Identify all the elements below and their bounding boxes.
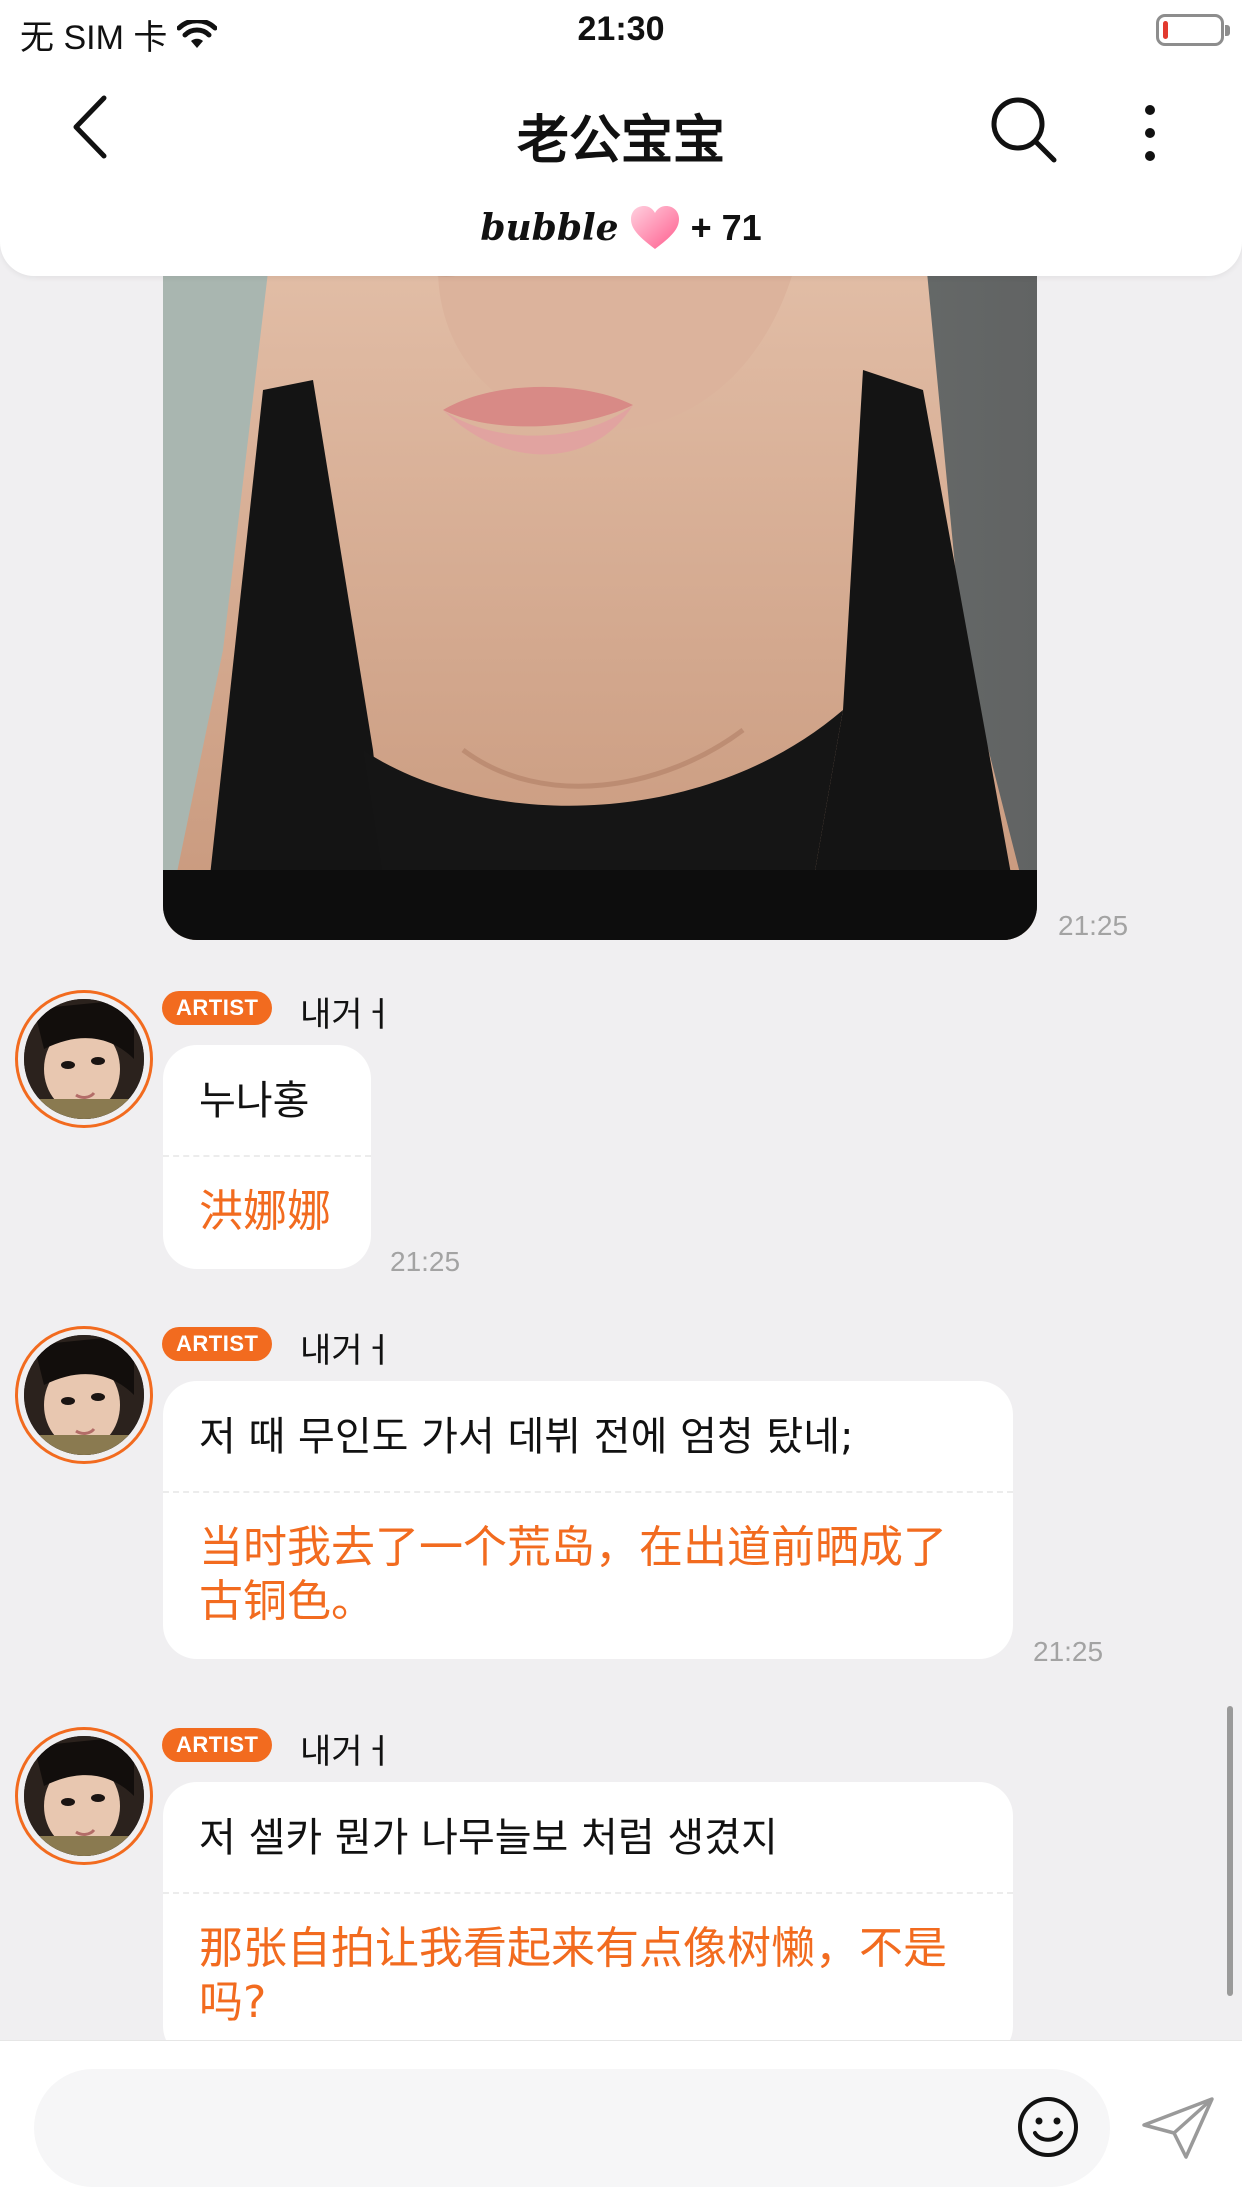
photo-timestamp: 21:25	[1058, 910, 1129, 941]
avatar-image	[24, 1335, 144, 1455]
search-button[interactable]	[988, 94, 1060, 166]
sender-name: 내거ㅓ	[300, 995, 394, 1035]
heart-icon	[630, 206, 679, 249]
artist-badge: ARTIST	[162, 991, 273, 1025]
artist-badge: ARTIST	[162, 1327, 273, 1361]
sender-name: 내거ㅓ	[300, 1732, 394, 1772]
message-translation: 洪娜娜	[199, 1186, 331, 1237]
bubble-logo: bubble	[480, 207, 619, 249]
bubble-count-row[interactable]: bubble + 71	[0, 205, 1242, 251]
search-icon	[991, 97, 1057, 163]
message-translation: 那张自拍让我看起来有点像树懒，不是吗?	[199, 1923, 947, 2028]
more-button[interactable]	[1130, 98, 1170, 168]
avatar-face	[24, 1736, 144, 1856]
message-bubble[interactable]: 저 때 무인도 가서 데뷔 전에 엄청 탔네; 当时我去了一个荒岛，在出道前晒成…	[163, 1381, 1013, 1659]
battery-level	[1163, 21, 1168, 39]
send-icon	[1142, 2097, 1214, 2159]
message-text-korean: 누나홍	[199, 1078, 310, 1124]
status-bar: 无 SIM 卡 21:30	[0, 0, 1242, 62]
artist-avatar[interactable]	[15, 990, 153, 1128]
message-bubble[interactable]: 저 셀카 뭔가 나무늘보 처럼 생겼지 那张自拍让我看起来有点像树懒，不是吗?	[163, 1782, 1013, 2060]
status-time: 21:30	[577, 10, 665, 48]
chat-header: 老公宝宝 bubble + 71	[0, 62, 1242, 276]
message-text-korean: 저 셀카 뭔가 나무늘보 처럼 생겼지	[199, 1815, 778, 1861]
emoji-icon	[1018, 2097, 1078, 2157]
avatar-face	[24, 999, 144, 1119]
emoji-button[interactable]	[1016, 2095, 1080, 2159]
message-timestamp: 21:25	[390, 1246, 461, 1277]
avatar-face	[24, 1335, 144, 1455]
message-timestamp: 21:25	[1033, 1636, 1104, 1667]
artist-avatar[interactable]	[15, 1326, 153, 1464]
scrollbar[interactable]	[1227, 1706, 1233, 1996]
more-vertical-icon	[1145, 105, 1155, 161]
sender-name: 내거ㅓ	[300, 1331, 394, 1371]
message-translation: 当时我去了一个荒岛，在出道前晒成了古铜色。	[199, 1522, 947, 1627]
battery-icon	[1156, 14, 1230, 46]
message-bubble[interactable]: 누나홍 洪娜娜	[163, 1045, 371, 1269]
selfie-photo	[163, 230, 1037, 940]
message-input-bar	[0, 2040, 1242, 2208]
artist-badge: ARTIST	[162, 1728, 273, 1762]
message-input[interactable]	[34, 2069, 1110, 2187]
avatar-image	[24, 1736, 144, 1856]
photo-message[interactable]	[163, 230, 1037, 940]
message-text-korean: 저 때 무인도 가서 데뷔 전에 엄청 탔네;	[199, 1414, 854, 1460]
send-button[interactable]	[1140, 2095, 1216, 2161]
artist-avatar[interactable]	[15, 1727, 153, 1865]
bubble-count: + 71	[690, 207, 762, 248]
avatar-image	[24, 999, 144, 1119]
